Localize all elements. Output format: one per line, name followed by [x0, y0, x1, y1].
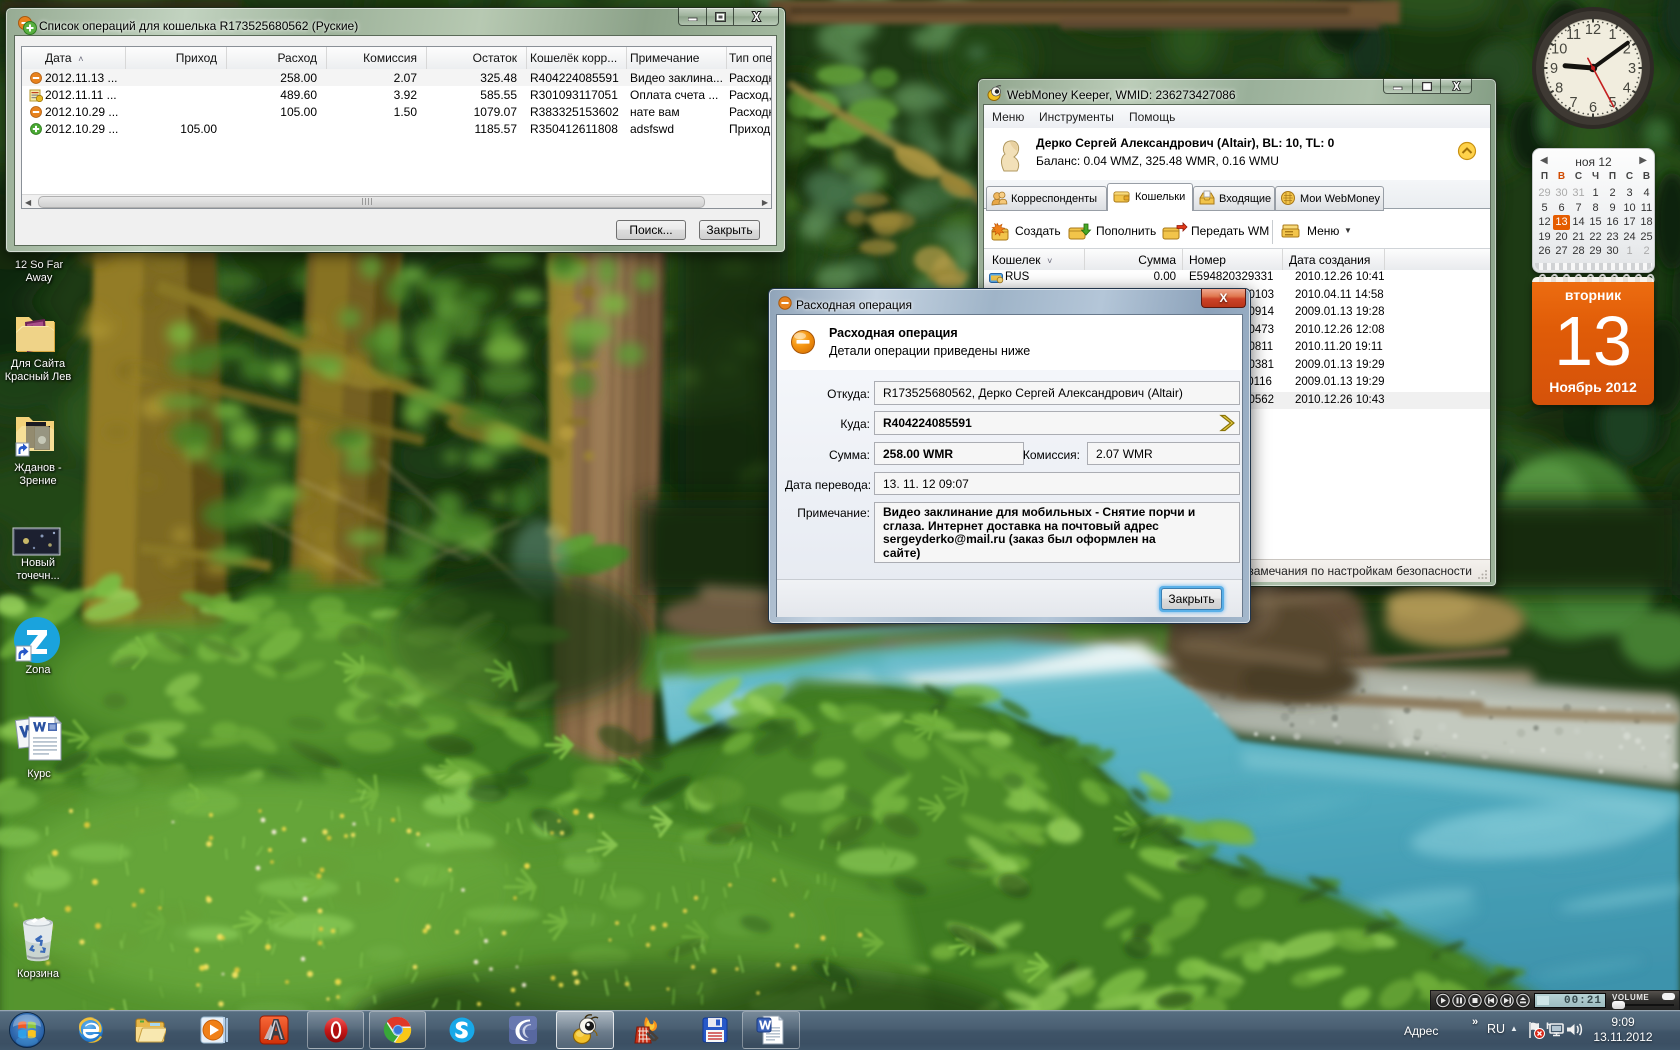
- svg-text:8: 8: [1555, 81, 1563, 97]
- svg-text:3: 3: [1628, 61, 1636, 77]
- svg-text:12: 12: [1585, 22, 1601, 38]
- svg-text:10: 10: [1551, 42, 1567, 58]
- svg-text:11: 11: [1566, 27, 1581, 43]
- svg-text:9: 9: [1550, 61, 1558, 77]
- svg-text:1: 1: [1608, 27, 1616, 43]
- svg-text:4: 4: [1623, 81, 1631, 97]
